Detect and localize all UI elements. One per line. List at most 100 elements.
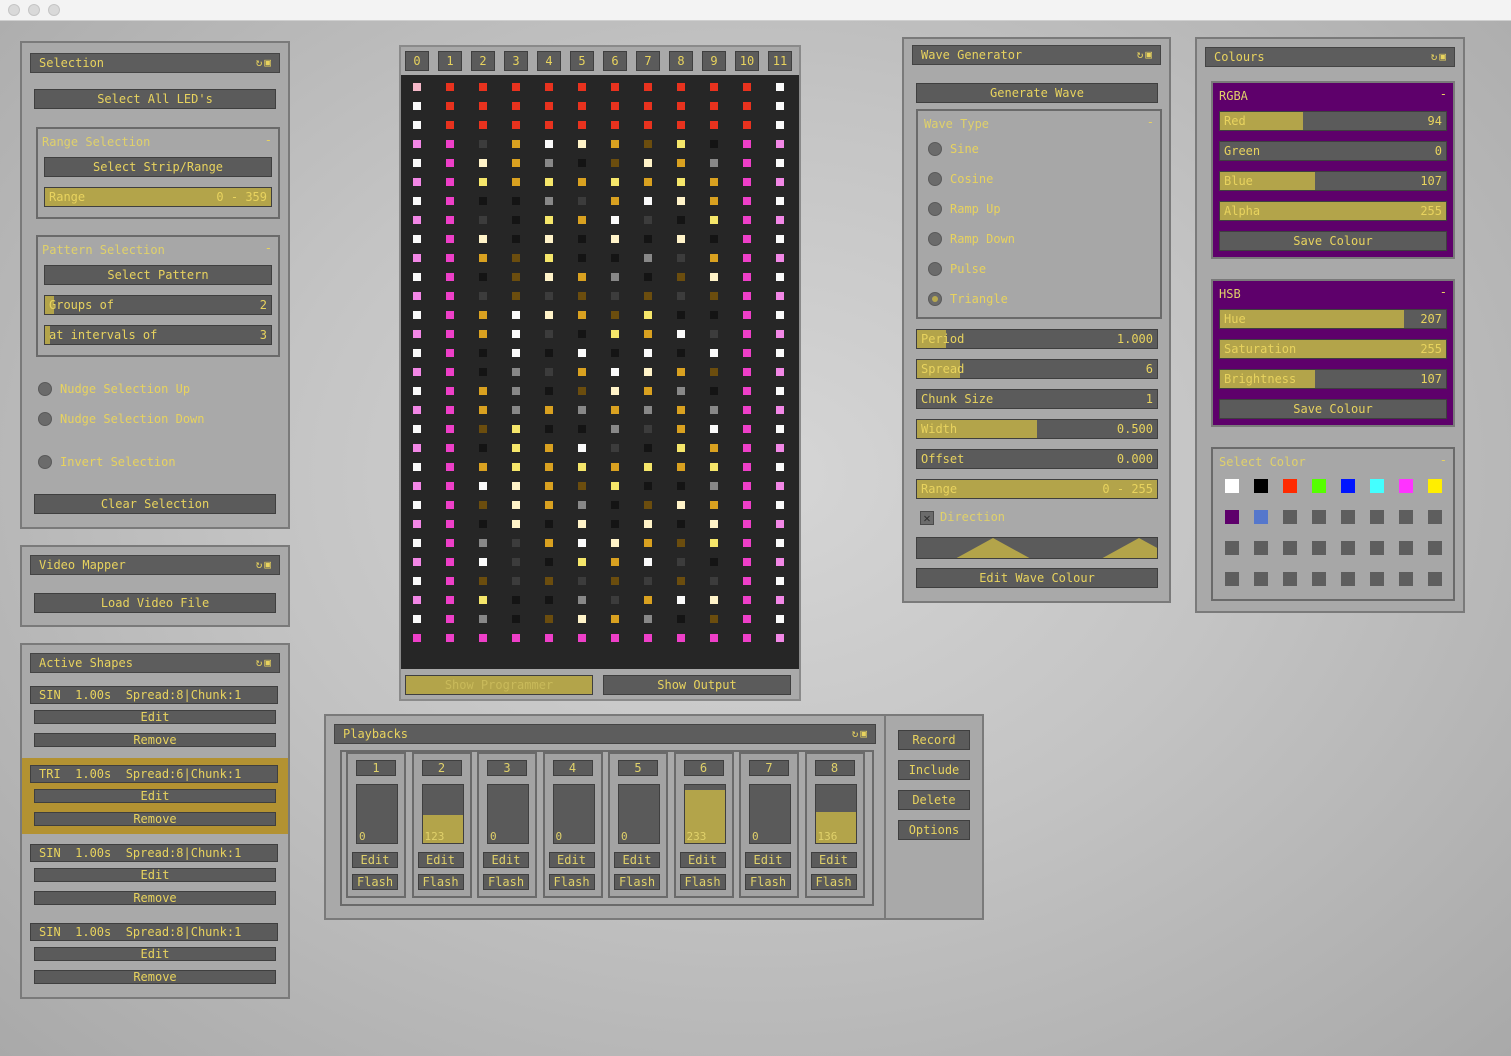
led-cell[interactable] <box>644 311 652 319</box>
led-cell[interactable] <box>479 368 487 376</box>
color-swatch[interactable] <box>1428 572 1442 586</box>
collapse-button[interactable]: - <box>1440 87 1447 101</box>
led-cell[interactable] <box>545 83 553 91</box>
led-cell[interactable] <box>512 387 520 395</box>
color-swatch[interactable] <box>1225 541 1239 555</box>
led-cell[interactable] <box>578 83 586 91</box>
column-header[interactable]: 0 <box>405 51 429 71</box>
led-cell[interactable] <box>545 254 553 262</box>
playbacks-header[interactable]: Playbacks ↻▣ <box>334 724 876 744</box>
edit-shape-button[interactable]: Edit <box>34 868 276 882</box>
led-cell[interactable] <box>479 254 487 262</box>
led-cell[interactable] <box>545 539 553 547</box>
playback-edit-button[interactable]: Edit <box>679 852 726 868</box>
led-cell[interactable] <box>776 83 784 91</box>
led-cell[interactable] <box>512 615 520 623</box>
led-cell[interactable] <box>611 197 619 205</box>
led-cell[interactable] <box>545 292 553 300</box>
wave-type-option[interactable]: Ramp Up <box>928 199 1001 219</box>
save-rgba-colour-button[interactable]: Save Colour <box>1219 231 1447 251</box>
range-slider[interactable]: Range 0 - 359 <box>44 187 272 207</box>
playback-fader[interactable]: 233 <box>683 784 726 844</box>
video-mapper-header[interactable]: Video Mapper ↻▣ <box>30 555 280 575</box>
led-cell[interactable] <box>578 121 586 129</box>
led-cell[interactable] <box>578 387 586 395</box>
show-programmer-button[interactable]: Show Programmer <box>405 675 593 695</box>
collapse-button[interactable]: - <box>1440 453 1447 467</box>
led-cell[interactable] <box>545 577 553 585</box>
led-cell[interactable] <box>710 178 718 186</box>
led-cell[interactable] <box>776 539 784 547</box>
led-cell[interactable] <box>512 330 520 338</box>
led-cell[interactable] <box>413 273 421 281</box>
led-cell[interactable] <box>710 444 718 452</box>
select-strip-range-button[interactable]: Select Strip/Range <box>44 157 272 177</box>
led-cell[interactable] <box>776 140 784 148</box>
wave-param-slider[interactable]: Period 1.000 <box>916 329 1158 349</box>
led-cell[interactable] <box>611 330 619 338</box>
wave-param-slider[interactable]: Spread 6 <box>916 359 1158 379</box>
led-cell[interactable] <box>578 254 586 262</box>
playback-fader[interactable]: 0 <box>356 784 398 844</box>
colour-slider[interactable]: Blue 107 <box>1219 171 1447 191</box>
color-swatch[interactable] <box>1341 541 1355 555</box>
led-cell[interactable] <box>644 425 652 433</box>
led-cell[interactable] <box>578 216 586 224</box>
led-cell[interactable] <box>578 292 586 300</box>
led-cell[interactable] <box>677 292 685 300</box>
generate-wave-button[interactable]: Generate Wave <box>916 83 1158 103</box>
led-cell[interactable] <box>776 159 784 167</box>
edit-shape-button[interactable]: Edit <box>34 789 276 803</box>
led-cell[interactable] <box>677 520 685 528</box>
led-cell[interactable] <box>578 444 586 452</box>
playback-number[interactable]: 5 <box>618 760 658 776</box>
led-cell[interactable] <box>776 577 784 585</box>
led-cell[interactable] <box>677 482 685 490</box>
led-cell[interactable] <box>710 254 718 262</box>
led-cell[interactable] <box>413 577 421 585</box>
led-cell[interactable] <box>710 387 718 395</box>
led-cell[interactable] <box>677 463 685 471</box>
led-cell[interactable] <box>743 482 751 490</box>
led-cell[interactable] <box>413 387 421 395</box>
led-cell[interactable] <box>677 197 685 205</box>
color-swatch[interactable] <box>1225 479 1239 493</box>
led-cell[interactable] <box>545 444 553 452</box>
playback-edit-button[interactable]: Edit <box>352 852 398 868</box>
led-cell[interactable] <box>776 387 784 395</box>
led-cell[interactable] <box>446 615 454 623</box>
led-cell[interactable] <box>479 311 487 319</box>
led-cell[interactable] <box>545 178 553 186</box>
led-cell[interactable] <box>677 121 685 129</box>
led-cell[interactable] <box>545 235 553 243</box>
led-cell[interactable] <box>776 349 784 357</box>
led-cell[interactable] <box>644 83 652 91</box>
led-cell[interactable] <box>545 330 553 338</box>
led-cell[interactable] <box>644 596 652 604</box>
led-cell[interactable] <box>743 254 751 262</box>
led-cell[interactable] <box>644 387 652 395</box>
led-cell[interactable] <box>479 178 487 186</box>
led-cell[interactable] <box>578 634 586 642</box>
led-cell[interactable] <box>446 292 454 300</box>
led-cell[interactable] <box>710 121 718 129</box>
color-swatch[interactable] <box>1283 510 1297 524</box>
led-cell[interactable] <box>578 406 586 414</box>
playback-flash-button[interactable]: Flash <box>810 874 857 890</box>
led-cell[interactable] <box>710 368 718 376</box>
led-cell[interactable] <box>512 292 520 300</box>
led-cell[interactable] <box>512 577 520 585</box>
led-cell[interactable] <box>677 501 685 509</box>
led-cell[interactable] <box>644 501 652 509</box>
led-cell[interactable] <box>710 596 718 604</box>
led-cell[interactable] <box>776 273 784 281</box>
led-cell[interactable] <box>446 520 454 528</box>
playback-fader[interactable]: 0 <box>552 784 595 844</box>
led-cell[interactable] <box>578 615 586 623</box>
color-swatch[interactable] <box>1283 541 1297 555</box>
led-cell[interactable] <box>677 235 685 243</box>
playback-number[interactable]: 8 <box>814 760 855 776</box>
led-cell[interactable] <box>512 121 520 129</box>
column-header[interactable]: 3 <box>504 51 528 71</box>
led-cell[interactable] <box>611 273 619 281</box>
